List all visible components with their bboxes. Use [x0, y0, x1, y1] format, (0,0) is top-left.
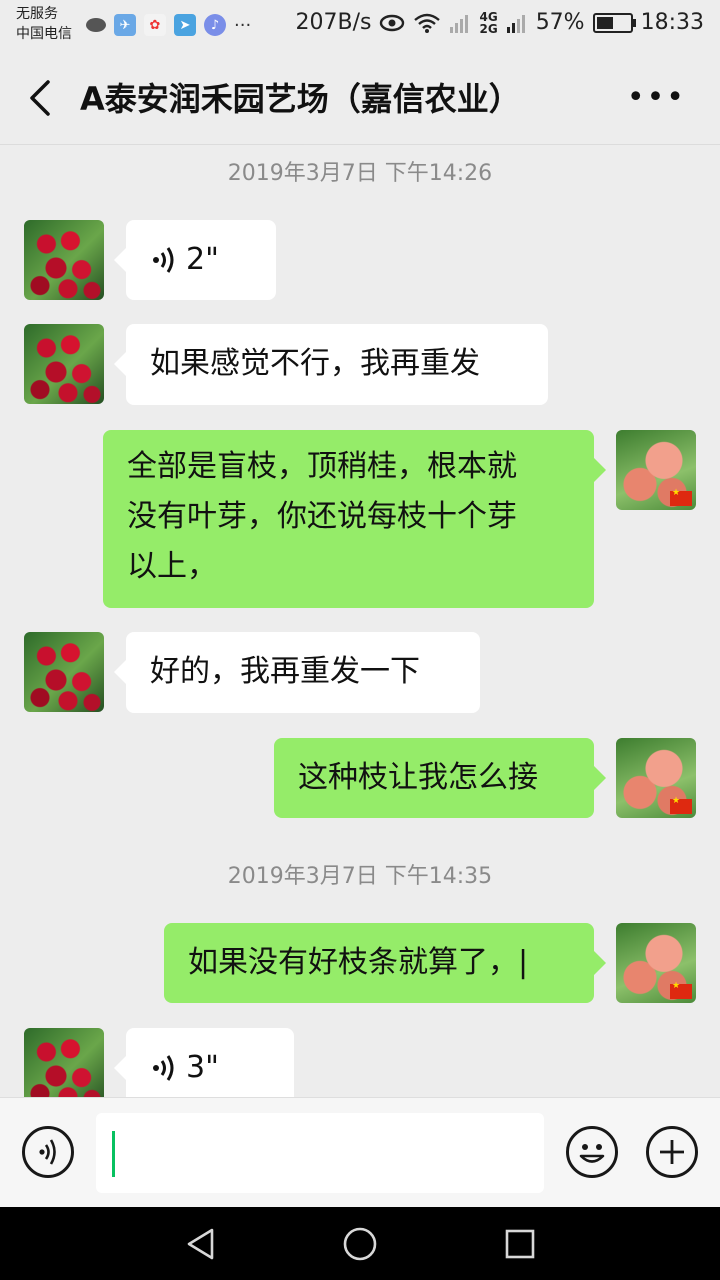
china-flag-icon: [670, 796, 692, 814]
my-avatar[interactable]: [616, 923, 696, 1003]
voice-wave-icon: [153, 247, 174, 273]
flower-app-icon: ✿: [144, 14, 166, 36]
signal-icon-1: [450, 14, 469, 33]
voice-duration: 3": [186, 1050, 219, 1085]
carrier-status: 无服务: [16, 6, 58, 22]
more-notifications-icon: ···: [234, 14, 252, 36]
battery-fill: [596, 16, 613, 29]
music-app-icon: ♪: [204, 14, 226, 36]
message-list[interactable]: 2019年3月7日 下午14:26 2" 如果感觉不行，我再重发 全部是盲枝，顶…: [0, 145, 720, 1097]
back-button[interactable]: [22, 78, 58, 118]
message-text: 好的，我再重发一下: [150, 654, 420, 689]
input-bar: [0, 1097, 720, 1208]
text-message[interactable]: 如果没有好枝条就算了，|: [164, 923, 606, 1003]
system-indicators: 207B/s 4G 2G 57% 18:33: [296, 10, 704, 35]
nav-recent-icon[interactable]: [504, 1228, 536, 1260]
system-navigation-bar: [0, 1207, 720, 1280]
timestamp: 2019年3月7日 下午14:35: [227, 864, 493, 889]
my-avatar[interactable]: [616, 430, 696, 510]
voice-wave-icon: [153, 1055, 174, 1081]
message-input[interactable]: [96, 1113, 544, 1193]
clock: 18:33: [640, 10, 704, 35]
more-dots-icon: •••: [626, 80, 686, 115]
voice-mode-icon: [39, 1139, 56, 1165]
text-message[interactable]: 好的，我再重发一下: [114, 632, 480, 713]
timestamp: 2019年3月7日 下午14:26: [227, 161, 493, 186]
contact-avatar[interactable]: [24, 220, 104, 300]
network-speed: 207B/s: [295, 10, 372, 35]
network-type: 4G 2G: [479, 11, 497, 35]
message-line: 以上，: [127, 549, 217, 584]
message-text: 这种枝让我怎么接: [298, 760, 538, 795]
text-message[interactable]: 全部是盲枝，顶稍桂，根本就 没有叶芽，你还说每枝十个芽 以上，: [103, 430, 606, 608]
chat-header: A泰安润禾园艺场（嘉信农业） •••: [0, 50, 720, 145]
emoji-button[interactable]: [566, 1126, 618, 1178]
more-functions-button[interactable]: [646, 1126, 698, 1178]
message-text: 如果没有好枝条就算了，|: [188, 945, 529, 980]
plus-icon: [660, 1140, 684, 1164]
text-message[interactable]: 这种枝让我怎么接: [274, 738, 606, 818]
message-line: 全部是盲枝，顶稍桂，根本就: [127, 449, 517, 484]
china-flag-icon: [670, 488, 692, 506]
network-type-bottom: 2G: [479, 21, 498, 36]
back-arrow-icon: [30, 80, 50, 116]
map-app-icon: ➤: [174, 14, 196, 36]
more-button[interactable]: •••: [627, 80, 686, 115]
signal-icon-2: [506, 14, 525, 33]
nav-back-icon[interactable]: [184, 1227, 218, 1261]
voice-message[interactable]: 2": [114, 220, 276, 300]
notification-icons: ✈ ✿ ➤ ♪ ···: [86, 14, 251, 36]
my-avatar[interactable]: [616, 738, 696, 818]
message-line: 没有叶芽，你还说每枝十个芽: [127, 499, 517, 534]
chat-title: A泰安润禾园艺场（嘉信农业）: [80, 80, 521, 118]
contact-avatar[interactable]: [24, 324, 104, 404]
status-bar: 无服务 中国电信 ✈ ✿ ➤ ♪ ··· 207B/s 4G 2G 57% 18…: [0, 0, 720, 50]
nav-home-icon[interactable]: [342, 1226, 378, 1262]
voice-message[interactable]: 3": [114, 1028, 294, 1097]
wifi-icon: [414, 13, 441, 33]
carrier-name: 中国电信: [16, 26, 72, 42]
cloud-icon: [86, 18, 106, 32]
voice-duration: 2": [186, 242, 219, 277]
network-type-top: 4G: [479, 9, 498, 24]
app-notification-icon: ✈: [114, 14, 136, 36]
message-text: 如果感觉不行，我再重发: [150, 346, 480, 381]
voice-toggle-button[interactable]: [22, 1126, 74, 1178]
contact-avatar[interactable]: [24, 632, 104, 712]
text-message[interactable]: 如果感觉不行，我再重发: [114, 324, 548, 405]
carrier-info: 无服务 中国电信: [16, 4, 72, 44]
contact-avatar[interactable]: [24, 1028, 104, 1097]
china-flag-icon: [670, 981, 692, 999]
text-caret: [112, 1131, 115, 1177]
eye-comfort-icon: [380, 14, 405, 31]
battery-icon: [592, 12, 636, 33]
battery-percent: 57%: [535, 10, 585, 35]
emoji-icon: [579, 1144, 605, 1163]
